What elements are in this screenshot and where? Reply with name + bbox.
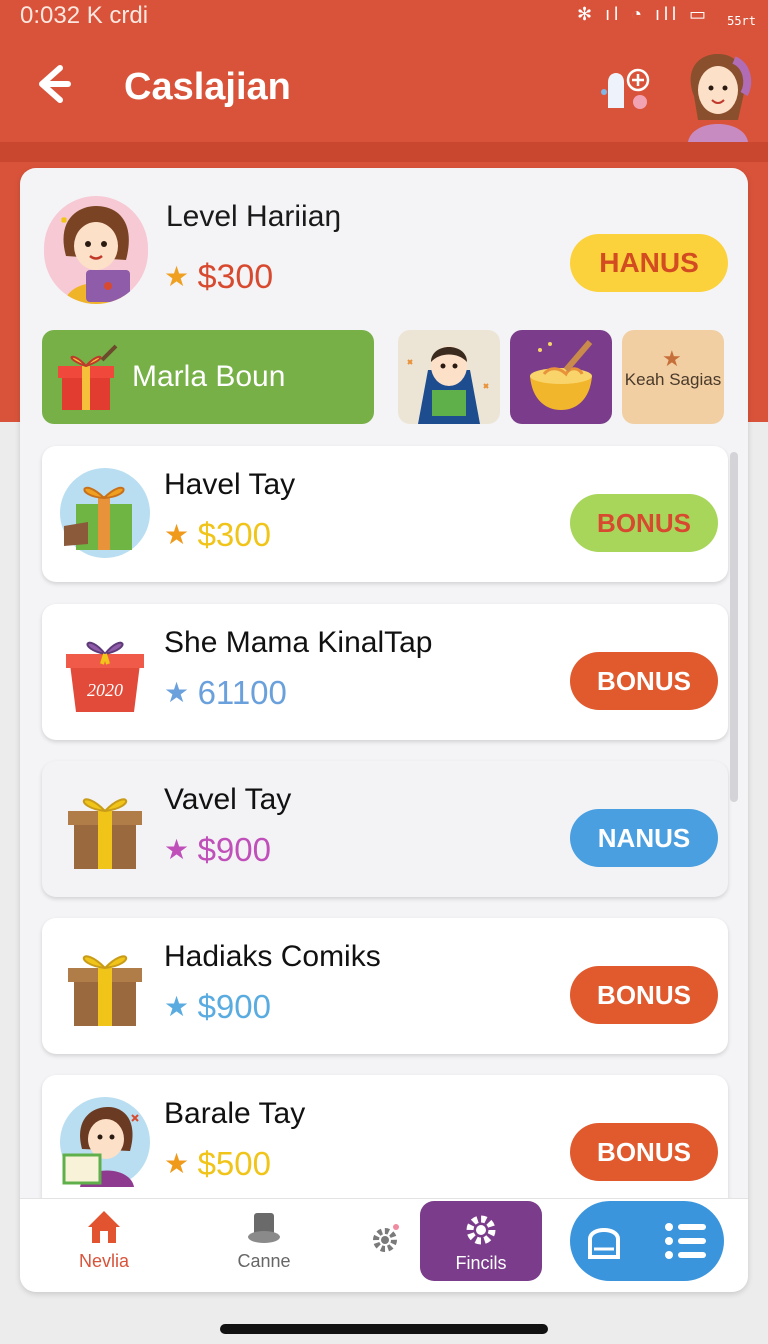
home-icon: [88, 1211, 120, 1243]
star-icon: ★: [662, 346, 682, 371]
noodle-bowl-icon: [530, 340, 593, 410]
item-amount: 61100: [197, 674, 287, 711]
app-header: Caslajian: [0, 30, 768, 142]
bonus-button[interactable]: BONUS: [570, 494, 718, 552]
star-icon: ★: [164, 519, 190, 550]
boy-reading-icon: [407, 346, 489, 424]
gift-box-icon: [68, 955, 142, 1026]
tile-label: Keah Sagias: [624, 370, 722, 389]
nav-settings-label: Fincils: [455, 1253, 507, 1273]
star-icon: ★: [164, 834, 190, 865]
bonus-button[interactable]: BONUS: [570, 1123, 718, 1181]
item-amount-row: ★ $300: [164, 516, 271, 554]
star-icon: ★: [164, 991, 190, 1022]
level-title: Level Hariiaŋ: [166, 200, 342, 233]
nav-settings[interactable]: Fincils: [420, 1201, 542, 1281]
item-amount-row: ★ $500: [164, 1145, 271, 1183]
list-icon: [665, 1223, 706, 1259]
nav-home[interactable]: Nevlia: [56, 1207, 152, 1272]
tile-keah[interactable]: ★ Keah Sagias: [622, 330, 724, 424]
gift-basket-icon: 2020: [66, 641, 144, 712]
gift-icon: [58, 344, 118, 410]
list-item: Barale Tay ★ $500 BONUS: [42, 1075, 728, 1211]
bonus-banner[interactable]: Marla Boun: [42, 330, 374, 424]
home-indicator[interactable]: [220, 1324, 548, 1334]
user-avatar[interactable]: [678, 50, 754, 142]
level-amount-row: ★ $300: [164, 258, 273, 297]
item-amount: $500: [197, 1145, 271, 1182]
list-item: Havel Tay ★ $300 BONUS: [42, 446, 728, 582]
status-extra: 55rt: [727, 14, 756, 28]
item-title: Barale Tay: [164, 1097, 306, 1130]
nav-game-label: Canne: [237, 1251, 291, 1271]
star-icon: ★: [164, 261, 190, 292]
level-bonus-button[interactable]: HANUS: [570, 234, 728, 292]
girl-with-book-icon: [60, 1097, 150, 1187]
item-amount-row: ★ 61100: [164, 674, 287, 712]
gift-icon: [60, 468, 150, 558]
star-icon: ★: [164, 1148, 190, 1179]
tile-noodles[interactable]: [510, 330, 612, 424]
gift-box-icon: [68, 798, 142, 869]
list-item: 2020 She Mama KinalTap ★ 61100 BONUS: [42, 604, 728, 740]
gear-icon: [466, 1215, 496, 1245]
bonus-button[interactable]: NANUS: [570, 809, 718, 867]
gear-icon[interactable]: [368, 1221, 402, 1255]
sticker-icon: [601, 68, 650, 109]
item-title: She Mama KinalTap: [164, 626, 433, 659]
list-item: Vavel Tay ★ $900 NANUS: [42, 761, 728, 897]
item-title: Hadiaks Comiks: [164, 940, 381, 973]
item-title: Vavel Tay: [164, 783, 292, 816]
action-fab[interactable]: [570, 1201, 724, 1281]
bonus-button[interactable]: BONUS: [570, 652, 718, 710]
star-icon: ★: [164, 677, 190, 708]
game-hat-icon: [248, 1213, 280, 1243]
header-band-shadow: [0, 142, 768, 162]
page-title: Caslajian: [124, 66, 291, 108]
nav-home-label: Nevlia: [78, 1251, 130, 1271]
main-panel: Level Hariiaŋ ★ $300 HANUS Marla Boun ★ …: [20, 168, 748, 1292]
bell-icon: [588, 1228, 620, 1259]
item-amount-row: ★ $900: [164, 988, 271, 1026]
item-amount-row: ★ $900: [164, 831, 271, 869]
status-icons: ✻ ıl ◔ ıll ▭: [577, 4, 710, 24]
scrollbar[interactable]: [730, 452, 738, 802]
banner-label: Marla Boun: [132, 360, 286, 393]
item-amount: $300: [197, 516, 271, 553]
bonus-button[interactable]: BONUS: [570, 966, 718, 1024]
item-amount: $900: [197, 988, 271, 1025]
level-avatar: [44, 196, 148, 304]
status-bar: 0:032 K crdi ✻ ıl ◔ ıll ▭ 55rt: [0, 0, 768, 30]
status-time: 0:032 K crdi: [20, 2, 149, 29]
nav-game[interactable]: Canne: [216, 1207, 312, 1272]
item-title: Havel Tay: [164, 468, 296, 501]
girl-reading-icon: [60, 206, 130, 304]
level-amount: $300: [197, 258, 274, 296]
item-amount: $900: [197, 831, 271, 868]
bottom-nav: Nevlia Canne Fincils: [20, 1198, 748, 1292]
level-card: Level Hariiaŋ ★ $300 HANUS: [20, 168, 748, 318]
list-item: Hadiaks Comiks ★ $900 BONUS: [42, 918, 728, 1054]
back-button[interactable]: [30, 62, 74, 106]
tile-reader[interactable]: [398, 330, 500, 424]
arrow-left-icon: [39, 65, 71, 103]
gift-basket-label: 2020: [87, 680, 123, 700]
